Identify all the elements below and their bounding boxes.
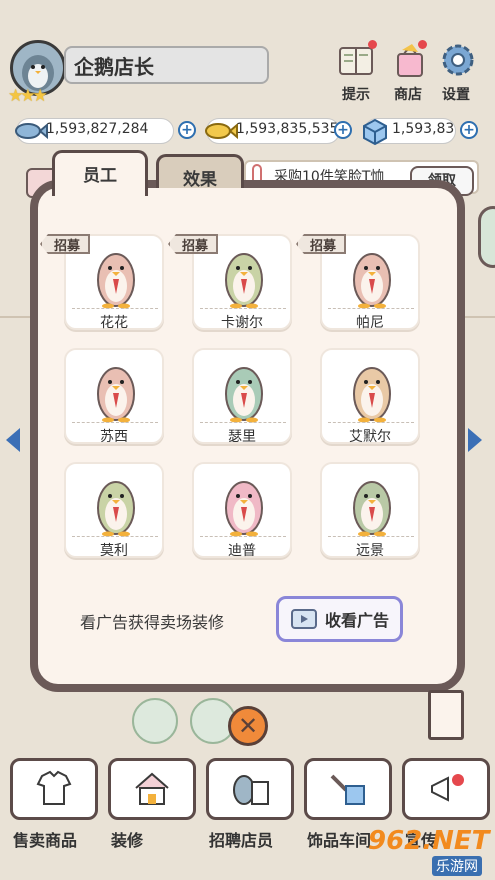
video-icon xyxy=(291,609,317,629)
tshirt-icon xyxy=(36,770,72,805)
penguin-staff-icon xyxy=(225,367,263,423)
staff-name: 瑟里 xyxy=(228,429,256,445)
menu-settings-label: 设置 xyxy=(442,87,470,103)
penguin-staff-icon xyxy=(225,481,263,537)
staff-name: 帕尼 xyxy=(356,315,384,331)
notification-dot xyxy=(418,40,427,49)
fish-amount: 1,593,827,284 xyxy=(46,121,149,137)
ad-hint-text: 看广告获得卖场装修 xyxy=(80,613,225,632)
recruit-tag[interactable]: 招募 xyxy=(40,234,91,254)
notice-board-icon[interactable] xyxy=(428,690,464,740)
nav-label: 售卖商品 xyxy=(13,831,78,850)
penguin-resume-icon xyxy=(233,775,269,805)
staff-name: 卡谢尔 xyxy=(221,315,263,331)
gear-icon[interactable] xyxy=(436,38,480,82)
gold-amount: 1,593,835,535 xyxy=(236,121,339,137)
megaphone-icon xyxy=(431,774,464,802)
ice-cube-icon xyxy=(360,116,390,150)
tools-icon xyxy=(330,774,365,805)
close-button[interactable]: ✕ xyxy=(228,706,268,746)
nav-tshirt-button[interactable] xyxy=(10,758,98,820)
card-divider xyxy=(328,308,414,309)
add-ice-button[interactable]: + xyxy=(460,121,478,139)
penguin-staff-icon xyxy=(97,481,135,537)
penguin-staff-icon xyxy=(97,367,135,423)
penguin-staff-icon xyxy=(97,253,135,309)
menu-hint-label: 提示 xyxy=(342,87,370,103)
penguin-staff-icon xyxy=(225,253,263,309)
tab-staff[interactable]: 员工 xyxy=(52,150,148,196)
watermark-brand: 962.NET xyxy=(368,826,490,856)
staff-card[interactable]: 莫利 xyxy=(64,462,164,559)
staff-name: 迪普 xyxy=(228,543,256,559)
staff-name: 苏西 xyxy=(100,429,128,445)
recruit-tag[interactable]: 招募 xyxy=(296,234,347,254)
player-name: 企鹅店长 xyxy=(74,55,154,79)
add-fish-button[interactable]: + xyxy=(178,121,196,139)
card-divider xyxy=(72,308,158,309)
penguin-staff-icon xyxy=(353,481,391,537)
star-rating: ★★★ xyxy=(8,86,48,106)
nav-label: 招聘店员 xyxy=(209,831,274,850)
nav-penguin-resume-button[interactable] xyxy=(206,758,294,820)
menu-shop-label: 商店 xyxy=(394,87,422,103)
watermark-sub: 乐游网 xyxy=(432,856,482,876)
card-divider xyxy=(328,422,414,423)
staff-name: 花花 xyxy=(100,315,128,331)
watch-ad-label: 收看广告 xyxy=(325,611,390,630)
side-tab-right[interactable] xyxy=(478,206,495,268)
card-divider xyxy=(200,422,286,423)
add-gold-button[interactable]: + xyxy=(334,121,352,139)
staff-card[interactable]: 苏西 xyxy=(64,348,164,445)
penguin-staff-icon xyxy=(353,253,391,309)
card-divider xyxy=(200,308,286,309)
staff-name: 远景 xyxy=(356,543,384,559)
card-divider xyxy=(72,422,158,423)
staff-card[interactable]: 远景 xyxy=(320,462,420,559)
staff-card[interactable]: 艾默尔 xyxy=(320,348,420,445)
fish-icon xyxy=(12,117,48,149)
staff-name: 艾默尔 xyxy=(349,429,391,445)
customer-bubble xyxy=(132,698,178,744)
notification-dot xyxy=(368,40,377,49)
watch-ad-button[interactable]: 收看广告 xyxy=(276,596,403,642)
staff-name: 莫利 xyxy=(100,543,128,559)
nav-house-button[interactable] xyxy=(108,758,196,820)
staff-card[interactable]: 瑟里 xyxy=(192,348,292,445)
house-icon xyxy=(135,772,169,805)
recruit-tag[interactable]: 招募 xyxy=(168,234,219,254)
staff-card[interactable]: 迪普 xyxy=(192,462,292,559)
arrow-right-icon[interactable] xyxy=(468,428,482,452)
penguin-staff-icon xyxy=(353,367,391,423)
card-divider xyxy=(200,536,286,537)
ice-amount: 1,593,83 xyxy=(392,121,455,137)
nav-megaphone-button[interactable] xyxy=(402,758,490,820)
card-divider xyxy=(72,536,158,537)
card-divider xyxy=(328,536,414,537)
nav-label: 装修 xyxy=(111,831,144,850)
nav-tools-button[interactable] xyxy=(304,758,392,820)
arrow-left-icon[interactable] xyxy=(6,428,20,452)
tab-effect[interactable]: 效果 xyxy=(156,154,244,190)
nav-label: 饰品车间 xyxy=(307,831,372,850)
gold-fish-icon xyxy=(202,117,238,149)
